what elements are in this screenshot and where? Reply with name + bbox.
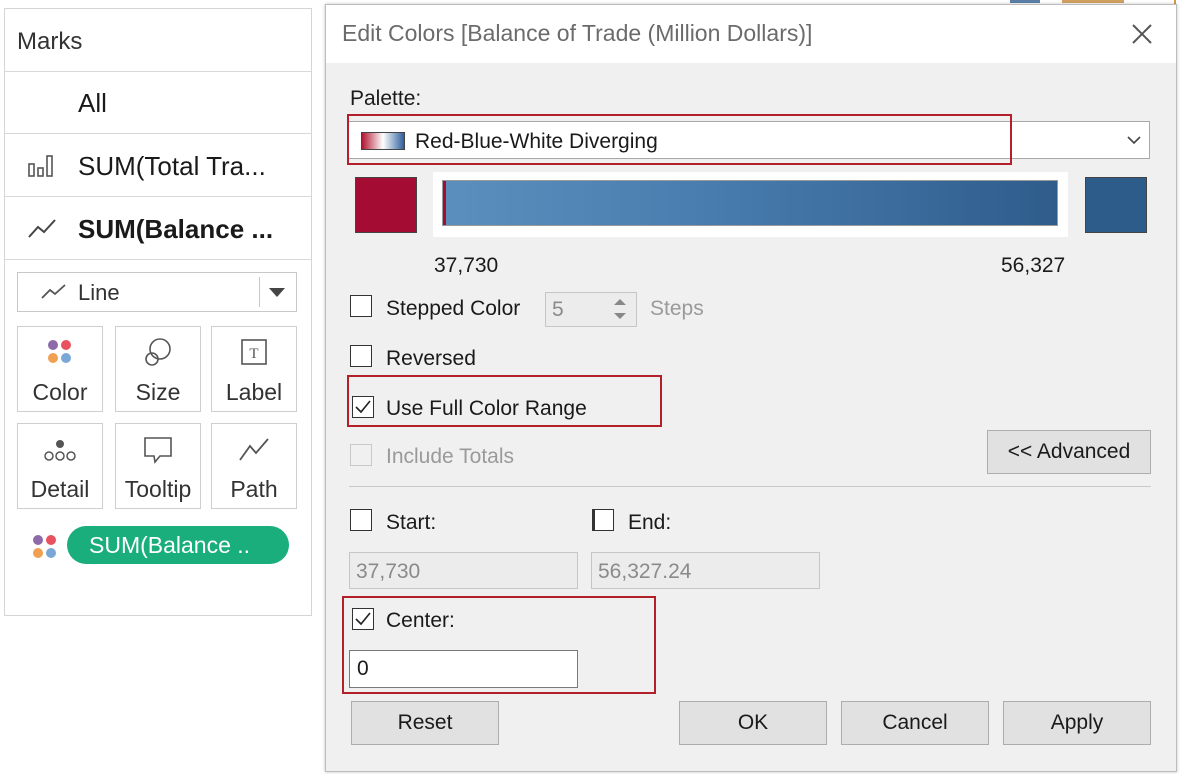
line-chart-icon (41, 284, 66, 299)
background-mark (1010, 0, 1040, 3)
marks-title: Marks (17, 28, 83, 55)
reversed-label: Reversed (386, 347, 476, 370)
highlight-box-palette (347, 114, 1012, 165)
dialog-title: Edit Colors [Balance of Trade (Million D… (342, 20, 813, 46)
tile-label: Size (135, 379, 181, 405)
color-field-pill[interactable]: SUM(Balance .. (67, 526, 289, 564)
marks-card-label: SUM(Total Tra... (78, 151, 266, 181)
range-max-label: 56,327 (1001, 254, 1066, 277)
highlight-box-full-range (347, 375, 662, 427)
highlight-box-center (342, 596, 656, 694)
palette-label: Palette: (350, 87, 422, 110)
color-ramp-center-marker (443, 181, 446, 225)
line-chart-icon (28, 219, 56, 238)
path-tile[interactable]: Path (211, 423, 297, 509)
marks-card-balance[interactable]: SUM(Balance ... (5, 197, 311, 260)
marks-card-all[interactable]: All (5, 71, 311, 134)
start-checkbox[interactable] (350, 509, 372, 531)
tile-label: Detail (30, 476, 90, 502)
color-icon (48, 340, 71, 363)
chevron-down-icon (1127, 136, 1141, 145)
marks-header: Marks (5, 9, 311, 72)
stepped-color-checkbox[interactable] (350, 295, 372, 317)
detail-tile[interactable]: Detail (17, 423, 103, 509)
tile-label: Label (225, 379, 283, 405)
marks-card-label: All (78, 88, 107, 118)
apply-button[interactable]: Apply (1003, 701, 1151, 745)
stepper-arrows-icon[interactable] (609, 295, 631, 323)
steps-value: 5 (552, 298, 564, 321)
tile-label: Path (230, 476, 278, 502)
include-totals-checkbox[interactable] (350, 444, 372, 466)
tooltip-icon (144, 437, 172, 464)
chevron-down-icon[interactable] (269, 288, 285, 298)
bar-chart-icon (28, 155, 53, 177)
label-icon: T (241, 339, 267, 365)
dropdown-separator (259, 277, 260, 307)
marks-card-total-trade[interactable]: SUM(Total Tra... (5, 134, 311, 197)
start-value: 37,730 (356, 560, 421, 583)
close-icon[interactable] (1127, 19, 1157, 49)
size-tile[interactable]: Size (115, 326, 201, 412)
range-min-label: 37,730 (434, 254, 499, 277)
divider (349, 486, 1151, 487)
color-icon (33, 535, 56, 558)
cancel-button[interactable]: Cancel (841, 701, 989, 745)
end-input[interactable]: 56,327.24 (591, 552, 820, 589)
background-mark (1062, 0, 1124, 3)
color-ramp (442, 180, 1058, 226)
end-color-swatch[interactable] (1085, 177, 1147, 233)
marks-card-label: SUM(Balance ... (78, 214, 274, 244)
detail-icon (44, 440, 76, 461)
end-value: 56,327.24 (598, 560, 692, 583)
start-color-swatch[interactable] (355, 177, 417, 233)
color-tile[interactable]: Color (17, 326, 103, 412)
tile-label: Tooltip (124, 476, 192, 502)
steps-label: Steps (650, 297, 704, 320)
reset-button[interactable]: Reset (351, 701, 499, 745)
label-tile[interactable]: T Label (211, 326, 297, 412)
path-icon (239, 438, 269, 461)
mark-type-value: Line (78, 280, 120, 305)
start-label: Start: (386, 511, 437, 534)
ok-button[interactable]: OK (679, 701, 827, 745)
mark-type-dropdown[interactable]: Line (17, 272, 297, 312)
stepped-color-label: Stepped Color (386, 297, 521, 320)
end-label: End: (628, 511, 672, 534)
tooltip-tile[interactable]: Tooltip (115, 423, 201, 509)
start-input[interactable]: 37,730 (349, 552, 578, 589)
size-icon (145, 338, 171, 366)
dialog-titlebar: Edit Colors [Balance of Trade (Million D… (326, 5, 1176, 63)
tile-label: Color (32, 379, 88, 405)
end-checkbox[interactable] (592, 509, 614, 531)
marks-panel: Marks All SUM(Total Tra... SUM(Balance .… (4, 8, 312, 616)
include-totals-label: Include Totals (386, 445, 515, 468)
advanced-button[interactable]: << Advanced (987, 430, 1151, 474)
reversed-checkbox[interactable] (350, 345, 372, 367)
svg-text:T: T (249, 346, 258, 362)
